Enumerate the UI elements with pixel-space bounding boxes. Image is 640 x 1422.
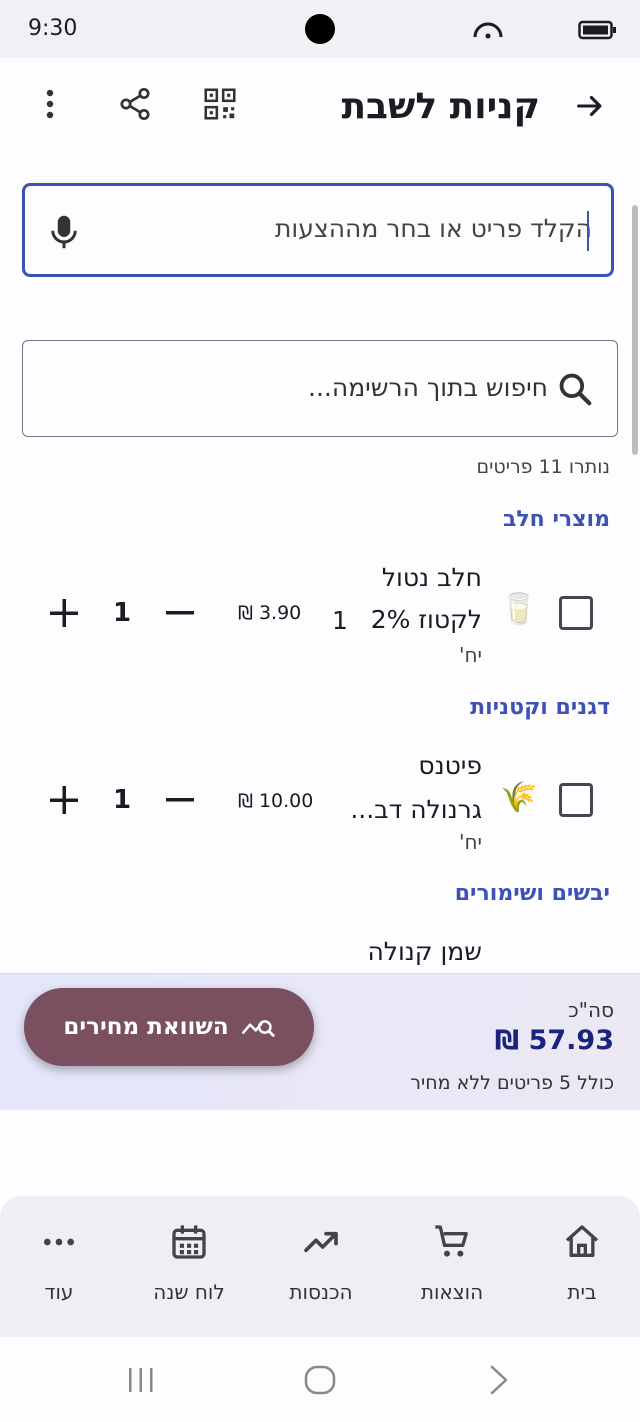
qr-button[interactable] [196,80,244,128]
microphone-icon [51,215,77,249]
home-icon [565,1225,599,1257]
item-name-line1: חלב נטול [381,563,482,592]
item-quantity: 1 [112,785,132,815]
nav-item-home[interactable]: בית [518,1222,640,1304]
back-nav-icon[interactable] [486,1364,512,1396]
arrow-forward-icon [577,95,602,117]
more-horizontal-icon [44,1238,74,1246]
decrease-quantity-button[interactable] [160,780,200,820]
item-unit: יח' [458,830,482,854]
nav-label-calendar: לוח שנה [153,1280,225,1304]
category-header-dairy: מוצרי חלב [502,507,610,532]
signal-icon [473,22,503,39]
item-name-line2: לקטוז 2% [370,605,482,634]
item-checkbox[interactable] [559,783,593,817]
battery-icon [578,20,616,40]
increase-quantity-button[interactable] [44,780,84,820]
nav-label-income: הכנסות [289,1280,353,1304]
recent-apps-icon[interactable] [126,1366,156,1394]
nav-item-calendar[interactable]: לוח שנה [125,1222,253,1304]
nav-item-expenses[interactable]: הוצאות [388,1222,516,1304]
trending-up-icon [304,1231,338,1253]
page-title: קניות לשבת [341,86,540,127]
share-icon [120,87,150,121]
share-button[interactable] [111,80,159,128]
qr-code-icon [204,88,236,120]
voice-input-button[interactable] [40,208,88,256]
item-unit: יח' [458,643,482,667]
list-search-placeholder: חיפוש בתוך הרשימה... [308,373,548,402]
item-name-quantity: 1 [332,606,348,635]
item-name-line2: גרנולה דב... [350,795,482,824]
text-caret [587,211,589,251]
add-item-placeholder: הקלד פריט או בחר מההצעות [274,214,592,243]
camera-cutout [305,14,335,44]
minus-icon [166,611,194,615]
increase-quantity-button[interactable] [44,593,84,633]
item-quantity: 1 [112,598,132,628]
decrease-quantity-button[interactable] [160,593,200,633]
calendar-icon [172,1225,206,1259]
item-emoji-grain: 🌾 [500,780,538,815]
minus-icon [166,798,194,802]
item-price: 3.90 ₪ [238,602,302,624]
category-header-dry-goods: יבשים ושימורים [454,881,610,906]
cart-icon [435,1225,468,1257]
category-header-grains: דגנים וקטניות [470,695,610,720]
total-label: סה"כ [568,998,614,1022]
price-compare-icon [241,1020,275,1037]
item-emoji-milk: 🥛 [500,592,538,627]
total-value: 57.93 ₪ [494,1025,614,1056]
home-nav-icon[interactable] [303,1364,337,1396]
back-button[interactable] [566,82,614,130]
search-icon [559,373,592,406]
plus-icon [50,599,78,627]
item-checkbox[interactable] [559,596,593,630]
compare-prices-button[interactable]: השוואת מחירים [24,988,314,1066]
more-vertical-icon [46,89,54,119]
nav-item-income[interactable]: הכנסות [257,1222,385,1304]
nav-item-more[interactable]: עוד [0,1222,123,1304]
total-note: כולל 5 פריטים ללא מחיר [410,1072,614,1094]
item-name-line1: פיטנס [418,751,482,780]
remaining-count: נותרו 11 פריטים [476,456,610,478]
plus-icon [50,786,78,814]
item-price: 10.00 ₪ [238,790,314,812]
more-options-button[interactable] [26,80,74,128]
nav-label-expenses: הוצאות [420,1280,484,1304]
status-time: 9:30 [28,16,78,41]
compare-prices-label: השוואת מחירים [63,1014,229,1040]
nav-label-more: עוד [44,1280,74,1304]
scrollbar-thumb[interactable] [632,205,638,455]
item-name-line1: שמן קנולה [367,937,482,966]
nav-label-home: בית [567,1280,597,1304]
